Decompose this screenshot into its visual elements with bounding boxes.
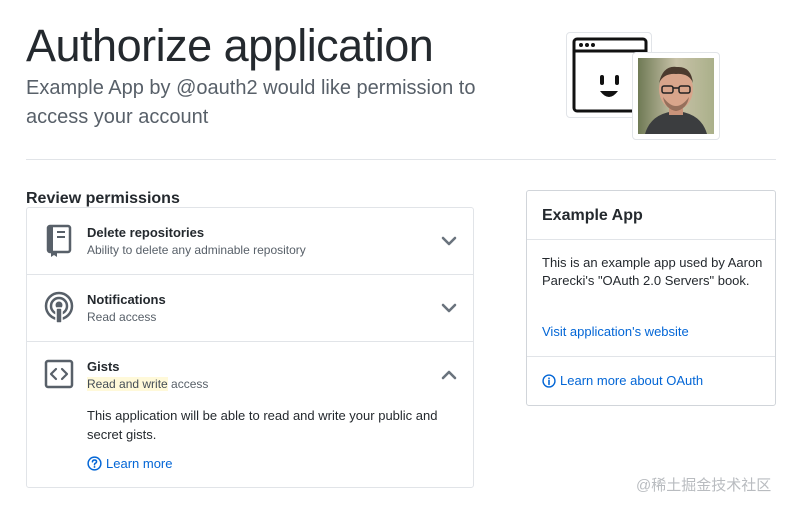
user-photo: [638, 58, 714, 134]
app-card-title: Example App: [542, 207, 643, 224]
learn-oauth-link[interactable]: Learn more about OAuth: [542, 373, 703, 388]
permission-item-delete-repositories[interactable]: Delete repositories Ability to delete an…: [27, 208, 473, 275]
info-icon: [542, 373, 556, 388]
app-description: This is an example app used by Aaron Par…: [542, 255, 763, 288]
app-and-user-logos: [566, 32, 722, 140]
permission-description: Read and write access: [87, 377, 208, 391]
by-text: by: [149, 77, 171, 99]
code-icon: [44, 359, 74, 389]
permission-title: Notifications: [87, 292, 166, 307]
learn-more-link[interactable]: Learn more: [87, 456, 172, 471]
question-circle-icon: [87, 456, 102, 471]
chevron-down-icon[interactable]: [441, 300, 457, 316]
chevron-down-icon[interactable]: [441, 233, 457, 249]
learn-more-label: Learn more: [106, 456, 173, 471]
learn-oauth-label: Learn more about OAuth: [560, 373, 704, 388]
card-divider: [527, 356, 775, 357]
app-website-link[interactable]: Visit application's website: [542, 324, 689, 339]
permission-title: Gists: [87, 359, 120, 374]
permission-item-notifications[interactable]: Notifications Read access: [27, 275, 473, 342]
permissions-list: Delete repositories Ability to delete an…: [26, 207, 474, 488]
permission-item-gists[interactable]: Gists Read and write access This applica…: [27, 342, 473, 487]
header-divider: [26, 159, 776, 160]
user-avatar: [632, 52, 720, 140]
permission-title: Delete repositories: [87, 225, 205, 240]
watermark: @稀土掘金技术社区: [636, 477, 772, 494]
permission-description: Ability to delete any adminable reposito…: [87, 243, 306, 257]
permission-detail-text: This application will be able to read an…: [87, 408, 438, 442]
authorization-request-text: Example App by @oauth2 would like permis…: [26, 74, 506, 132]
app-name: Example App: [26, 77, 144, 99]
broadcast-icon: [44, 291, 74, 324]
permission-scope-highlight: Read and write: [87, 377, 168, 391]
card-divider: [527, 239, 775, 240]
page-title: Authorize application: [26, 20, 434, 71]
permission-description: Read access: [87, 310, 157, 324]
repo-icon: [46, 224, 72, 257]
chevron-up-icon[interactable]: [441, 367, 457, 383]
app-info-card: Example App This is an example app used …: [526, 190, 776, 406]
review-permissions-heading: Review permissions: [26, 190, 180, 207]
permission-scope-rest: access: [167, 377, 209, 391]
app-owner: @oauth2: [176, 77, 258, 99]
